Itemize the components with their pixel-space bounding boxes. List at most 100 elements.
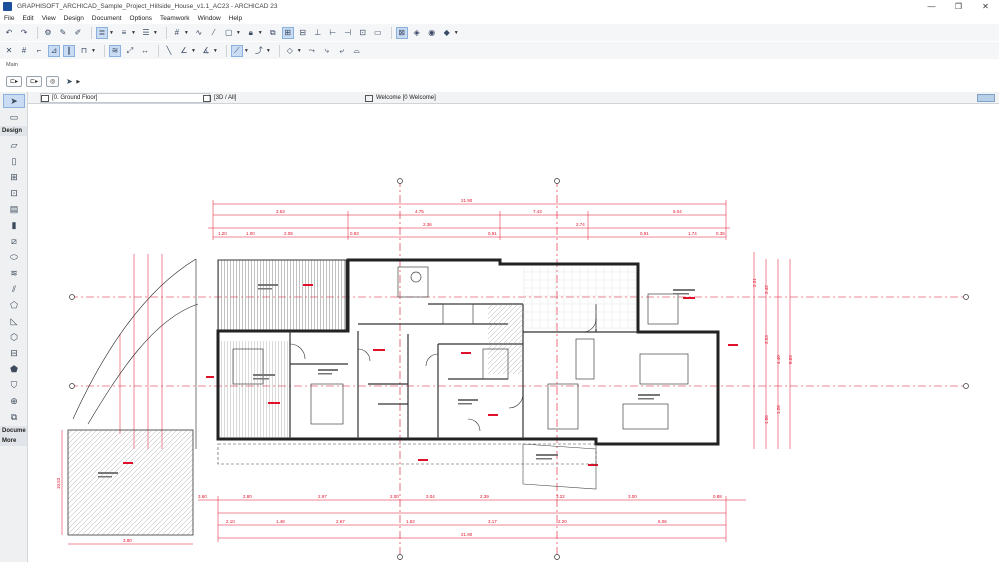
pick-up-icon[interactable]: ✎ xyxy=(57,27,69,39)
marquee-mode-button[interactable]: ⊏▸ xyxy=(26,76,43,87)
3d-view-icon[interactable]: ◈ xyxy=(411,27,423,39)
chevron-down-icon[interactable]: ▼ xyxy=(297,48,302,54)
inject-icon[interactable]: ✐ xyxy=(72,27,84,39)
worksheet-icon[interactable]: ⊡ xyxy=(357,27,369,39)
toolbox-more-label[interactable]: More xyxy=(0,436,27,446)
orthogonal-icon[interactable]: ⊿ xyxy=(48,44,60,57)
fillet-icon[interactable]: ⌓ xyxy=(351,45,363,57)
view-options-button[interactable] xyxy=(977,94,995,102)
document-icon[interactable]: ▭ xyxy=(372,27,384,39)
morph-tool-icon[interactable]: ⬡ xyxy=(3,330,25,344)
suspend-groups-icon[interactable]: ⊞ xyxy=(281,26,294,39)
chevron-down-icon[interactable]: ▼ xyxy=(91,48,96,54)
menu-options[interactable]: Options xyxy=(130,15,152,22)
wall-tool-icon[interactable]: ▱ xyxy=(3,138,25,152)
detail-icon[interactable]: ⊣ xyxy=(342,27,354,39)
settings-icon[interactable]: ⚙ xyxy=(42,27,54,39)
menu-view[interactable]: View xyxy=(42,15,56,22)
tab-3d-all[interactable]: [3D / All] xyxy=(203,93,363,103)
lock-icon[interactable]: 🔒︎ xyxy=(245,27,257,39)
stair-tool-icon[interactable]: ≋ xyxy=(3,266,25,280)
parallel-icon[interactable]: ∥ xyxy=(63,44,75,57)
polyline-icon[interactable]: ∠ xyxy=(178,45,190,57)
render-icon[interactable]: ◉ xyxy=(426,27,438,39)
close-button[interactable]: ✕ xyxy=(972,0,999,13)
slab-tool-icon[interactable]: ⧄ xyxy=(3,234,25,248)
trace-icon[interactable]: ≋ xyxy=(108,44,121,57)
floor-plan-canvas[interactable]: 21.90 3.63 4.75 7.43 6.04 1.20 1.00 2.08… xyxy=(28,104,999,562)
chevron-down-icon[interactable]: ▼ xyxy=(191,48,196,54)
adjust-icon[interactable]: ⤷ xyxy=(321,45,333,57)
zone-tool-icon[interactable]: ⬟ xyxy=(3,362,25,376)
object-tool-icon[interactable]: ▤ xyxy=(3,202,25,216)
tab-welcome[interactable]: Welcome [0 Welcome] xyxy=(365,93,525,103)
model-view-icon[interactable]: ☰ xyxy=(140,27,152,39)
find-select-button[interactable]: ◎ xyxy=(46,76,60,87)
mesh-tool-icon[interactable]: ⬠ xyxy=(3,298,25,312)
skylight-tool-icon[interactable]: ⛉ xyxy=(3,378,25,392)
chevron-down-icon[interactable]: ▼ xyxy=(184,30,189,36)
table-icon[interactable]: ⊟ xyxy=(297,27,309,39)
minimize-button[interactable]: — xyxy=(918,0,945,13)
grid-icon[interactable]: # xyxy=(171,27,183,39)
split-icon[interactable]: ⤳ xyxy=(306,45,318,57)
elevation-icon[interactable]: ⊥ xyxy=(312,27,324,39)
menu-edit[interactable]: Edit xyxy=(22,15,33,22)
navigator-icon[interactable]: ◆ xyxy=(441,27,453,39)
menu-help[interactable]: Help xyxy=(229,15,242,22)
magic-wand-icon[interactable]: ⁄ xyxy=(208,27,220,39)
chevron-down-icon[interactable]: ▼ xyxy=(153,30,158,36)
floor-plan-icon[interactable]: ⊠ xyxy=(395,26,408,39)
group-icon[interactable]: ⧉ xyxy=(267,27,279,39)
menu-file[interactable]: File xyxy=(4,15,14,22)
marquee-tool[interactable]: ▭ xyxy=(3,110,25,124)
guideline-icon[interactable]: ✕ xyxy=(3,45,15,57)
chevron-down-icon[interactable]: ▼ xyxy=(258,30,263,36)
roof-tool-icon[interactable]: ⬭ xyxy=(3,250,25,264)
measure-icon[interactable]: ⤢ xyxy=(124,45,136,57)
tab-ground-floor[interactable]: [0. Ground Floor] xyxy=(40,93,210,103)
line-icon[interactable]: ╲ xyxy=(163,45,175,57)
distance-icon[interactable]: ↔ xyxy=(139,45,151,57)
layer-combo-icon[interactable]: ≣ xyxy=(96,26,108,39)
redo-icon[interactable]: ↷ xyxy=(18,27,30,39)
chevron-down-icon[interactable]: ▼ xyxy=(266,48,271,54)
beam-tool-icon[interactable]: ▮ xyxy=(3,218,25,232)
chevron-down-icon[interactable]: ▼ xyxy=(454,30,459,36)
relative-construction-icon[interactable]: ⟋ xyxy=(230,44,243,57)
arrow-tool-icon[interactable]: ➤ xyxy=(63,76,75,88)
door-tool-icon[interactable]: ▯ xyxy=(3,154,25,168)
zone-stamp-tool-icon[interactable]: ⧉ xyxy=(3,410,25,424)
menu-teamwork[interactable]: Teamwork xyxy=(160,15,190,22)
curtain-wall-tool-icon[interactable]: ⊟ xyxy=(3,346,25,360)
offset-icon[interactable]: ◇ xyxy=(284,45,296,57)
snap-icon[interactable]: ∿ xyxy=(193,27,205,39)
arc-icon[interactable]: ∡ xyxy=(200,45,212,57)
chevron-down-icon[interactable]: ▼ xyxy=(131,30,136,36)
snap-grid-icon[interactable]: # xyxy=(18,45,30,57)
section-icon[interactable]: ⊢ xyxy=(327,27,339,39)
selection-mode-button[interactable]: ⊏▸ xyxy=(6,76,23,87)
toolbox-design-label[interactable]: Design xyxy=(0,126,27,136)
lock-constraint-icon[interactable]: ⊓ xyxy=(78,45,90,57)
chevron-right-icon[interactable]: ▶ xyxy=(76,79,80,85)
window-tool-icon[interactable]: ⊞ xyxy=(3,170,25,184)
menu-window[interactable]: Window xyxy=(198,15,221,22)
chevron-down-icon[interactable]: ▼ xyxy=(236,30,241,36)
shell-tool-icon[interactable]: ◺ xyxy=(3,314,25,328)
layer-icon[interactable]: ▢ xyxy=(223,27,235,39)
menu-document[interactable]: Document xyxy=(92,15,122,22)
curve-icon[interactable]: ⤴ xyxy=(253,45,265,57)
pen-set-icon[interactable]: ≡ xyxy=(118,27,130,39)
railing-tool-icon[interactable]: ⫽ xyxy=(3,282,25,296)
chevron-down-icon[interactable]: ▼ xyxy=(244,48,249,54)
undo-icon[interactable]: ↶ xyxy=(3,27,15,39)
corner-icon[interactable]: ⌐ xyxy=(33,45,45,57)
toolbox-document-label[interactable]: Docume xyxy=(0,426,27,436)
restore-button[interactable]: ❐ xyxy=(945,0,972,13)
column-tool-icon[interactable]: ⊡ xyxy=(3,186,25,200)
chevron-down-icon[interactable]: ▼ xyxy=(213,48,218,54)
menu-design[interactable]: Design xyxy=(64,15,84,22)
intersect-icon[interactable]: ⤶ xyxy=(336,45,348,57)
arrow-tool[interactable]: ➤ xyxy=(3,94,25,108)
